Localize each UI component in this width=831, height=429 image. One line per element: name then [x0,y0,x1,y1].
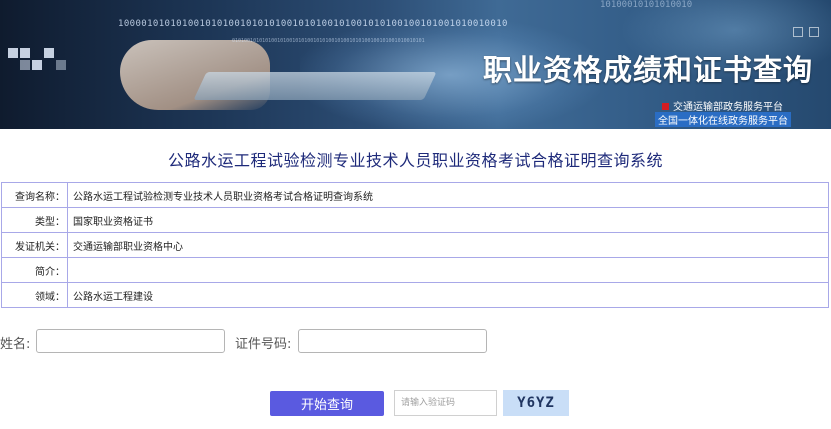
binary-text-top: 10100010101010010 [600,0,693,10]
laptop-illustration [193,72,437,100]
binary-text-small: 0101001010101001010010101001010100101001… [232,38,425,44]
table-row: 简介： [1,257,829,283]
window-icons [787,22,819,41]
row-label: 简介： [1,257,68,283]
id-number-input[interactable] [298,329,487,353]
row-value [67,257,829,283]
page-title: 公路水运工程试验检测专业技术人员职业资格考试合格证明查询系统 [167,151,663,170]
info-table: 查询名称： 公路水运工程试验检测专业技术人员职业资格考试合格证明查询系统 类型：… [1,182,829,308]
row-value: 公路水运工程试验检测专业技术人员职业资格考试合格证明查询系统 [67,182,829,208]
header-banner: 1000010101010010101001010101001010100101… [0,0,831,129]
row-value: 公路水运工程建设 [67,282,829,308]
name-input[interactable] [36,329,225,353]
row-value: 交通运输部职业资格中心 [67,232,829,258]
name-label: 姓名: [0,337,31,352]
table-row: 查询名称： 公路水运工程试验检测专业技术人员职业资格考试合格证明查询系统 [1,182,829,208]
captcha-image[interactable]: Y6YZ [503,390,569,416]
row-value: 国家职业资格证书 [67,207,829,233]
row-label: 查询名称： [1,182,68,208]
window-icon [809,27,819,37]
binary-text: 1000010101010010101001010101001010100101… [118,19,508,29]
row-label: 领域： [1,282,68,308]
id-number-label: 证件号码: [235,337,292,352]
table-row: 类型： 国家职业资格证书 [1,207,829,233]
row-label: 发证机关： [1,232,68,258]
start-query-button[interactable]: 开始查询 [270,391,384,416]
table-row: 发证机关： 交通运输部职业资格中心 [1,232,829,258]
table-row: 领域： 公路水运工程建设 [1,282,829,308]
emblem-icon [662,103,669,110]
captcha-input[interactable] [394,390,497,416]
platform-link[interactable]: 交通运输部政务服务平台 [662,98,783,113]
window-icon [793,27,803,37]
banner-title: 职业资格成绩和证书查询 [483,53,814,87]
national-platform-link[interactable]: 全国一体化在线政务服务平台 [655,112,791,127]
row-label: 类型： [1,207,68,233]
